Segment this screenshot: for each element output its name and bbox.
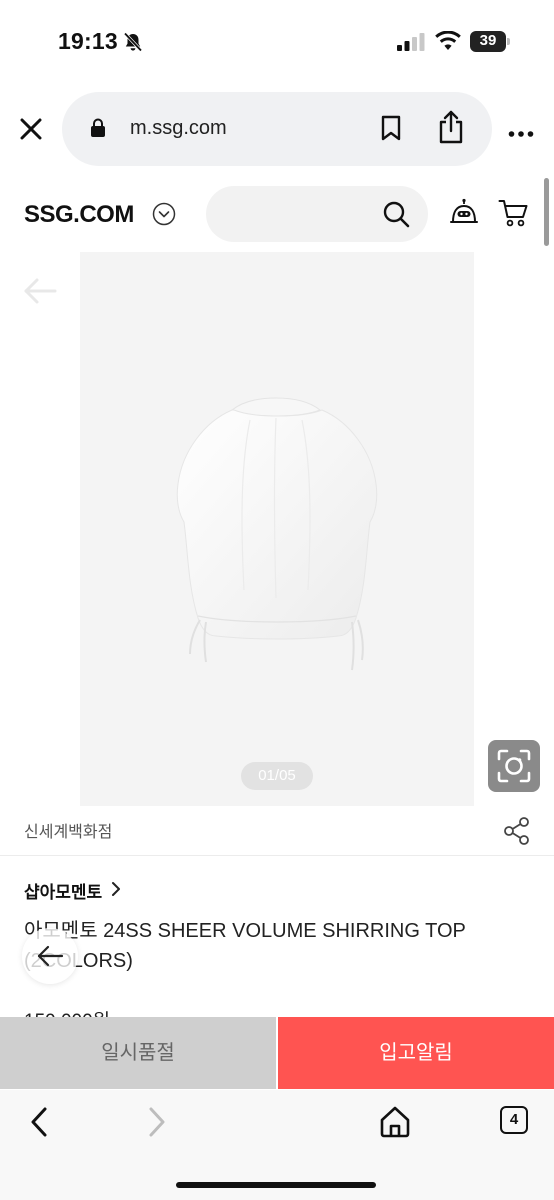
search-icon[interactable]: [382, 200, 410, 233]
url-field[interactable]: m.ssg.com: [62, 92, 492, 166]
share-node-icon[interactable]: [503, 816, 531, 851]
battery-icon: 39: [470, 31, 510, 52]
chevron-right-icon[interactable]: [110, 880, 122, 903]
seller-row: 신세계백화점: [0, 806, 554, 856]
arrow-left-icon: [37, 945, 64, 967]
bookmark-icon[interactable]: [379, 114, 403, 147]
product-title: 아모멘토 24SS SHEER VOLUME SHIRRING TOP (2CO…: [24, 920, 466, 972]
close-icon[interactable]: [16, 114, 46, 144]
status-time: 19:13: [58, 28, 118, 54]
product-photo-garment: [170, 396, 384, 701]
chevron-down-icon[interactable]: [152, 202, 176, 231]
more-icon[interactable]: [508, 125, 534, 143]
home-indicator: [176, 1182, 376, 1188]
site-header: SSG.COM: [0, 184, 554, 244]
search-input[interactable]: [206, 186, 428, 242]
tabs-icon[interactable]: 4: [500, 1106, 528, 1134]
browser-address-bar: m.ssg.com: [0, 92, 554, 166]
chatbot-icon[interactable]: [449, 198, 479, 233]
chevron-right-icon[interactable]: [142, 1104, 170, 1145]
restock-alert-button[interactable]: 입고알림: [278, 1017, 554, 1089]
floating-back-button[interactable]: [22, 928, 78, 984]
arrow-left-icon[interactable]: [22, 276, 58, 311]
battery-level: 39: [479, 32, 497, 49]
status-bar: 19:13 39: [0, 0, 554, 84]
browser-toolbar: 4: [0, 1090, 554, 1200]
cta-bar: 일시품절 입고알림: [0, 1017, 554, 1089]
cart-icon[interactable]: [498, 198, 530, 233]
site-logo[interactable]: SSG.COM: [24, 201, 134, 229]
lock-icon: [90, 118, 106, 143]
chevron-left-icon[interactable]: [26, 1104, 54, 1145]
bell-off-icon: [122, 31, 144, 58]
url-text: m.ssg.com: [130, 117, 227, 139]
camera-search-icon[interactable]: [488, 740, 540, 792]
soldout-button[interactable]: 일시품절: [0, 1017, 276, 1089]
share-icon[interactable]: [436, 109, 466, 150]
wifi-icon: [435, 30, 461, 56]
home-icon[interactable]: [378, 1104, 412, 1143]
page-scrollbar[interactable]: [544, 178, 549, 246]
seller-name[interactable]: 신세계백화점: [24, 818, 112, 842]
signal-icon: [397, 33, 425, 56]
image-counter: 01/05: [241, 762, 313, 790]
brand-link[interactable]: 샵아모멘토: [24, 878, 102, 903]
